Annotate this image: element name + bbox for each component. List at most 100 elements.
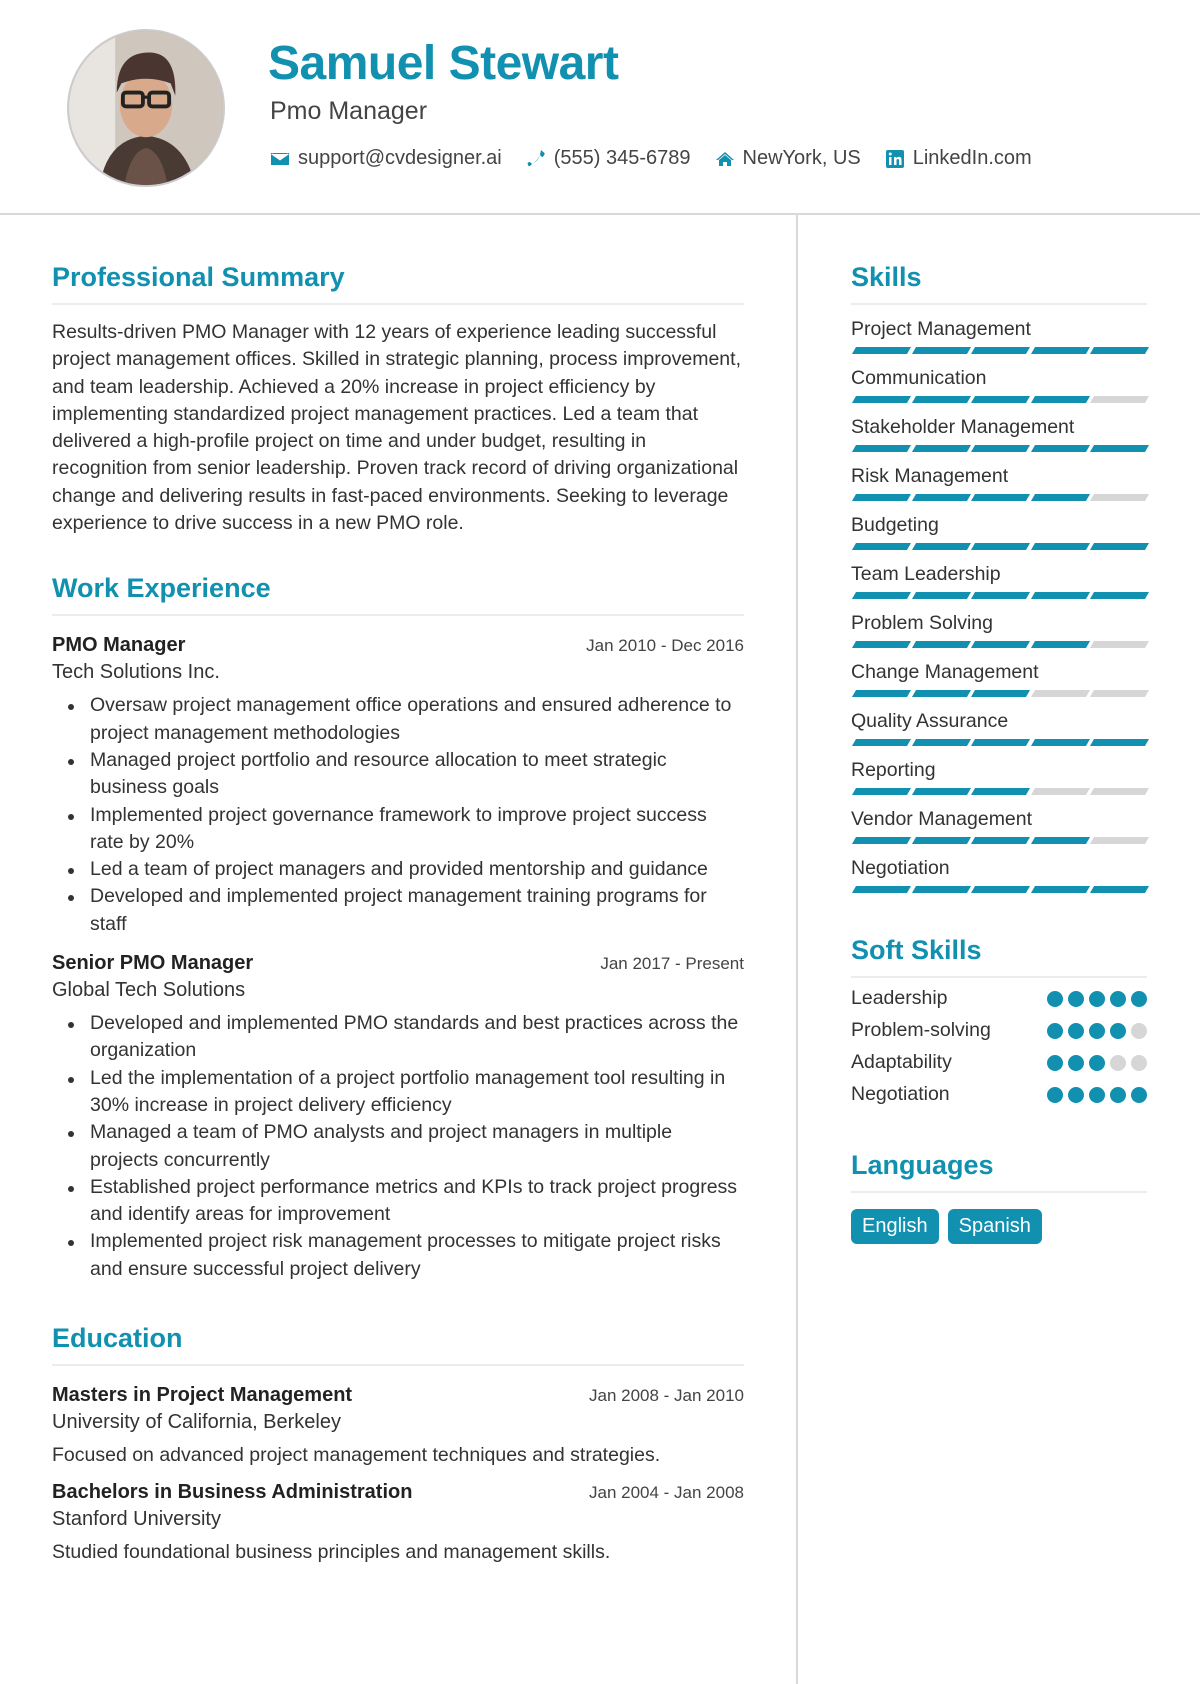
skill-segment-filled <box>1090 445 1149 452</box>
skill-segment-filled <box>851 592 911 599</box>
contact-location-text: NewYork, US <box>742 147 861 169</box>
skill-item: Quality Assurance <box>851 710 1149 746</box>
soft-skill-name: Adaptability <box>851 1051 952 1073</box>
skill-segment-filled <box>971 396 1030 403</box>
skill-item: Negotiation <box>851 857 1149 893</box>
skill-level-bar <box>851 543 1149 550</box>
skill-item: Team Leadership <box>851 563 1149 599</box>
skill-segment-filled <box>971 592 1030 599</box>
skill-segment-filled <box>1090 739 1149 746</box>
skill-name: Reporting <box>851 759 936 781</box>
skill-level-bar <box>851 690 1149 697</box>
job-date: Jan 2010 - Dec 2016 <box>586 636 744 656</box>
experience-section: Work Experience PMO Manager Jan 2010 - D… <box>52 573 744 1283</box>
skill-item: Budgeting <box>851 514 1149 550</box>
rating-dot-filled <box>1047 990 1063 1007</box>
section-heading: Work Experience <box>52 573 271 604</box>
skill-segment-filled <box>1030 347 1090 354</box>
skill-name: Team Leadership <box>851 563 1001 585</box>
skill-segment-filled <box>1030 445 1090 452</box>
main-column: Professional Summary Results-driven PMO … <box>52 262 744 1564</box>
skill-segment-filled <box>911 886 971 893</box>
skill-segment-filled <box>971 837 1030 844</box>
skill-segment-filled <box>911 837 971 844</box>
job-company: Tech Solutions Inc. <box>52 661 220 684</box>
contact-list: support@cvdesigner.ai (555) 345-6789 New… <box>270 147 1056 170</box>
soft-skill-name: Leadership <box>851 987 948 1009</box>
skill-segment-filled <box>851 641 911 648</box>
contact-phone-text: (555) 345-6789 <box>553 147 691 169</box>
profile-photo <box>69 31 223 185</box>
skill-segment-empty <box>1090 837 1149 844</box>
rating-dot-filled <box>1089 1022 1105 1039</box>
skill-segment-filled <box>1030 592 1090 599</box>
job-bullet: Developed and implemented PMO standards … <box>52 1010 744 1065</box>
soft-skill-item: Negotiation <box>851 1083 1147 1106</box>
job-bullet: Oversaw project management office operat… <box>52 692 744 747</box>
skill-item: Project Management <box>851 318 1149 354</box>
skill-level-bar <box>851 788 1149 795</box>
skill-segment-filled <box>971 886 1030 893</box>
skill-segment-filled <box>851 347 911 354</box>
language-tag: Spanish <box>947 1209 1042 1244</box>
job-company: Global Tech Solutions <box>52 979 246 1002</box>
skill-segment-filled <box>971 543 1030 550</box>
rating-dot-empty <box>1131 1054 1147 1071</box>
skill-name: Vendor Management <box>851 808 1033 830</box>
skill-segment-filled <box>1030 886 1090 893</box>
skill-segment-filled <box>1030 396 1090 403</box>
rating-dot-filled <box>1068 1054 1084 1071</box>
job-bullet: Managed project portfolio and resource a… <box>52 747 744 802</box>
job-bullet: Developed and implemented project manage… <box>52 883 744 938</box>
skill-segment-filled <box>971 788 1030 795</box>
skill-segment-filled <box>1090 347 1149 354</box>
rating-dot-filled <box>1089 1086 1105 1103</box>
job-bullets: Developed and implemented PMO standards … <box>52 1010 744 1283</box>
rating-dot-filled <box>1047 1086 1063 1103</box>
skill-item: Risk Management <box>851 465 1149 501</box>
skill-segment-filled <box>851 690 911 697</box>
contact-phone[interactable]: (555) 345-6789 <box>526 147 691 170</box>
skill-level-bar <box>851 347 1149 354</box>
rating-dot-filled <box>1131 1086 1147 1103</box>
skill-item: Problem Solving <box>851 612 1149 648</box>
skill-segment-filled <box>911 396 971 403</box>
job-bullets: Oversaw project management office operat… <box>52 692 744 938</box>
phone-icon <box>526 149 546 169</box>
skill-segment-filled <box>851 445 911 452</box>
section-heading: Languages <box>851 1150 994 1180</box>
skill-segment-filled <box>1030 739 1090 746</box>
contact-linkedin[interactable]: LinkedIn.com <box>885 147 1032 170</box>
rating-dot-filled <box>1131 990 1147 1007</box>
skill-segment-filled <box>971 690 1030 697</box>
rating-dot-empty <box>1131 1022 1147 1039</box>
languages-list: English Spanish <box>851 1209 1147 1244</box>
job-bullet: Established project performance metrics … <box>52 1174 744 1229</box>
skill-segment-filled <box>851 886 911 893</box>
job-title: Senior PMO Manager <box>52 952 254 975</box>
section-divider <box>851 1191 1147 1193</box>
contact-email[interactable]: support@cvdesigner.ai <box>270 147 502 170</box>
skill-level-bar <box>851 592 1149 599</box>
skill-segment-empty <box>1090 494 1149 501</box>
skill-item: Vendor Management <box>851 808 1149 844</box>
degree-title: Masters in Project Management <box>52 1384 353 1407</box>
skill-level-bar <box>851 445 1149 452</box>
section-divider <box>52 1364 744 1367</box>
skill-segment-filled <box>911 641 971 648</box>
contact-location: NewYork, US <box>715 147 861 170</box>
skill-level-bar <box>851 396 1149 403</box>
section-heading: Skills <box>851 262 922 292</box>
rating-dot-filled <box>1068 1086 1084 1103</box>
soft-skill-item: Leadership <box>851 987 1147 1010</box>
education-date: Jan 2008 - Jan 2010 <box>588 1386 744 1406</box>
candidate-name: Samuel Stewart <box>268 37 619 90</box>
education-date: Jan 2004 - Jan 2008 <box>588 1483 744 1503</box>
language-tag: English <box>851 1209 939 1244</box>
soft-skill-name: Negotiation <box>851 1083 950 1105</box>
contact-linkedin-text: LinkedIn.com <box>912 147 1032 169</box>
skill-segment-filled <box>851 739 911 746</box>
job-title: PMO Manager <box>52 634 186 657</box>
contact-email-text: support@cvdesigner.ai <box>298 147 502 169</box>
skill-item: Communication <box>851 367 1149 403</box>
